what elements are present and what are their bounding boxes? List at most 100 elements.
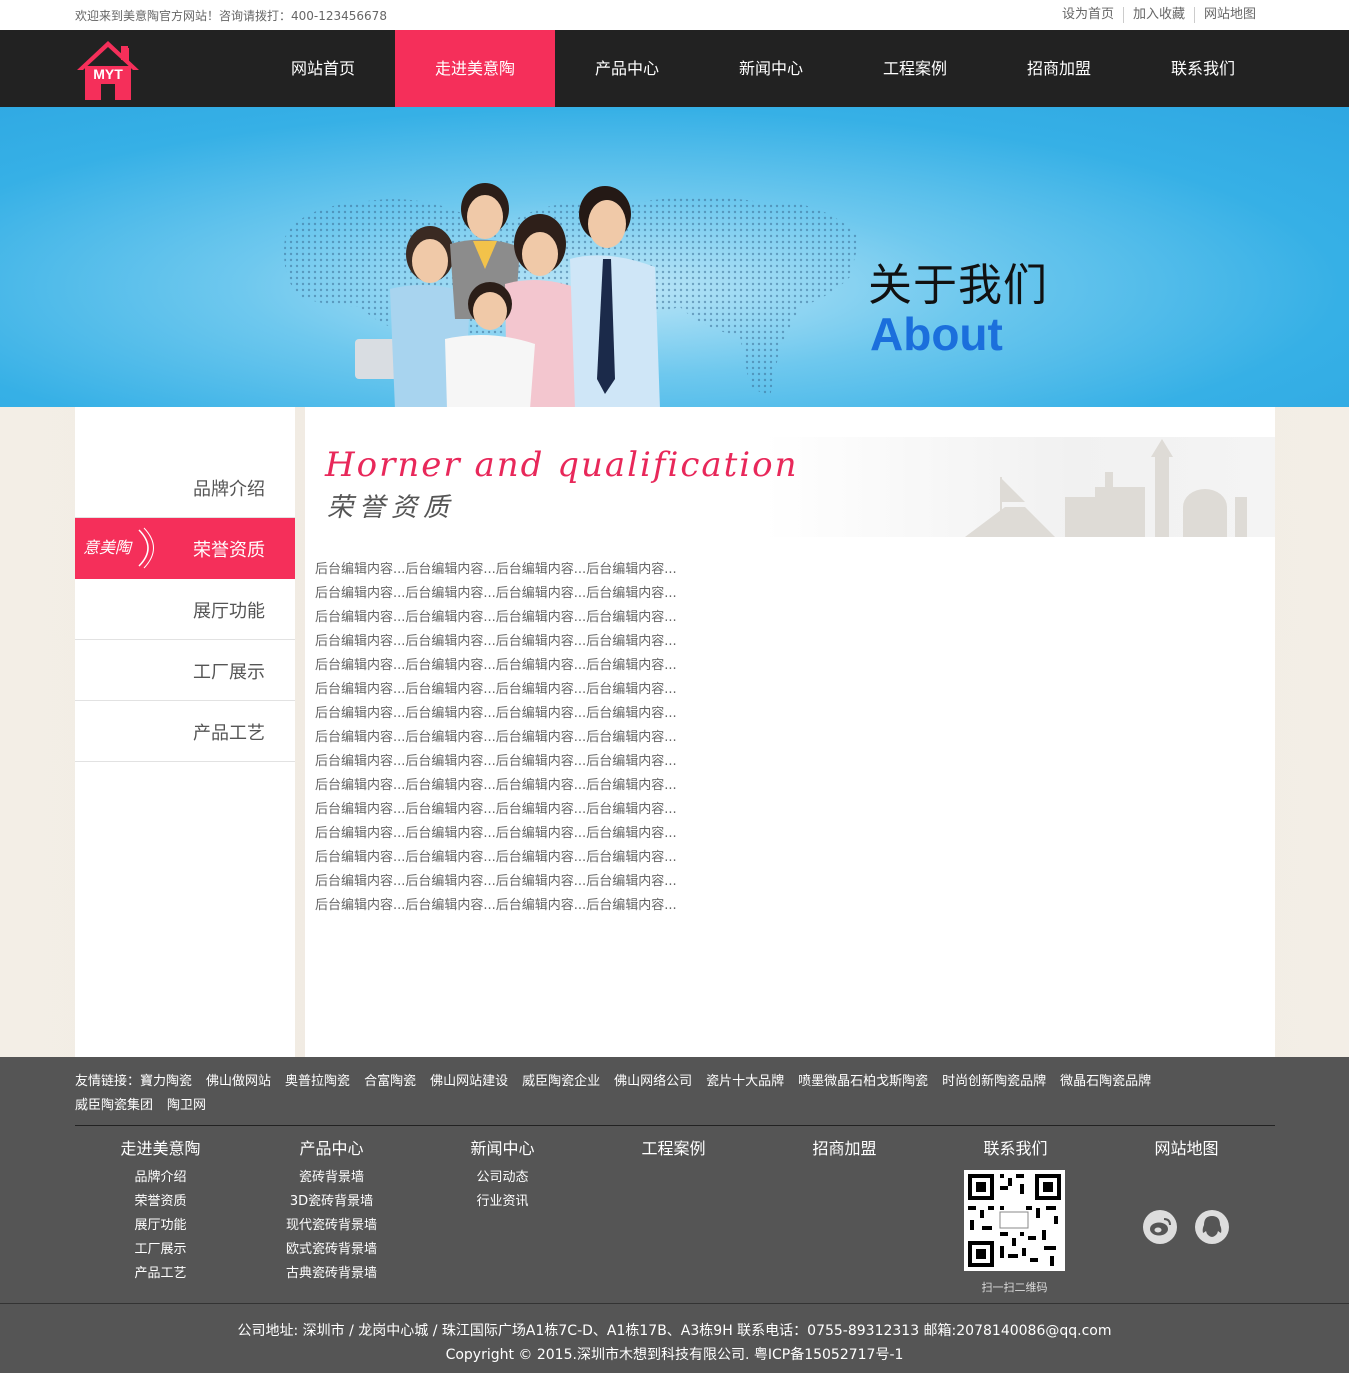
friend-link[interactable]: 喷墨微晶石柏戈斯陶瓷 [798, 1074, 928, 1089]
nav-item-franchise[interactable]: 招商加盟 [987, 30, 1131, 107]
footer-col-title[interactable]: 招商加盟 [759, 1137, 930, 1169]
company-address: 公司地址: 深圳市 / 龙岗中心城 / 珠江国际广场A1栋7C-D、A1栋17B… [237, 1323, 1112, 1339]
content-line: 后台编辑内容...后台编辑内容...后台编辑内容...后台编辑内容... [315, 610, 677, 625]
friend-link[interactable]: 佛山网络公司 [614, 1074, 692, 1089]
footer-col-title[interactable]: 新闻中心 [417, 1137, 588, 1169]
footer-link[interactable]: 现代瓷砖背景墙 [246, 1217, 417, 1241]
nav-item-products[interactable]: 产品中心 [555, 30, 699, 107]
footer-link[interactable]: 展厅功能 [75, 1217, 246, 1241]
content-line: 后台编辑内容...后台编辑内容...后台编辑内容...后台编辑内容... [315, 706, 677, 721]
top-bar: 欢迎来到美意陶官方网站！咨询请拨打：400-123456678 设为首页 加入收… [0, 0, 1349, 30]
content-line: 后台编辑内容...后台编辑内容...后台编辑内容...后台编辑内容... [315, 874, 677, 889]
set-homepage-link[interactable]: 设为首页 [1053, 7, 1123, 23]
sidebar-item-craft[interactable]: 产品工艺 [75, 701, 295, 762]
footer-col-title[interactable]: 网站地图 [1101, 1137, 1272, 1169]
content-line: 后台编辑内容...后台编辑内容...后台编辑内容...后台编辑内容... [315, 562, 677, 577]
sitemap-link[interactable]: 网站地图 [1193, 7, 1265, 23]
friend-link[interactable]: 威臣陶瓷集团 [75, 1098, 153, 1113]
footer-col-title[interactable]: 联系我们 [930, 1137, 1101, 1169]
content-line: 后台编辑内容...后台编辑内容...后台编辑内容...后台编辑内容... [315, 730, 677, 745]
sidebar-item-brand[interactable]: 品牌介绍 [75, 457, 295, 518]
footer-col-cases: 工程案例 [588, 1137, 759, 1169]
logo[interactable]: MYT [75, 38, 141, 102]
footer-col-franchise: 招商加盟 [759, 1137, 930, 1169]
footer-col-title[interactable]: 产品中心 [246, 1137, 417, 1169]
footer-col-products: 产品中心 瓷砖背景墙 3D瓷砖背景墙 现代瓷砖背景墙 欧式瓷砖背景墙 古典瓷砖背… [246, 1137, 417, 1289]
friend-links-label: 友情链接： [75, 1074, 141, 1089]
sidebar-item-honors[interactable]: 意美陶 荣誉资质 [75, 518, 295, 579]
sidebar-item-label: 产品工艺 [193, 723, 265, 744]
sidebar-item-label: 工厂展示 [193, 662, 265, 683]
city-skyline-icon [965, 439, 1247, 537]
qr-code-icon [968, 1174, 1061, 1267]
nav-item-news[interactable]: 新闻中心 [699, 30, 843, 107]
sidebar-item-label: 荣誉资质 [193, 540, 265, 561]
footer-link[interactable]: 行业资讯 [417, 1193, 588, 1217]
brand-mark-icon: 意美陶 [83, 538, 132, 557]
content-line: 后台编辑内容...后台编辑内容...后台编辑内容...后台编辑内容... [315, 850, 677, 865]
banner-title-cn: 关于我们 [868, 260, 1048, 311]
footer-divider [75, 1125, 1275, 1126]
friend-link[interactable]: 时尚创新陶瓷品牌 [942, 1074, 1046, 1089]
footer-col-about: 走进美意陶 品牌介绍 荣誉资质 展厅功能 工厂展示 产品工艺 [75, 1137, 246, 1289]
nav-item-contact[interactable]: 联系我们 [1131, 30, 1275, 107]
footer-link[interactable]: 瓷砖背景墙 [246, 1169, 417, 1193]
footer-col-title[interactable]: 工程案例 [588, 1137, 759, 1169]
nav-item-home[interactable]: 网站首页 [251, 30, 395, 107]
content-text: 后台编辑内容...后台编辑内容...后台编辑内容...后台编辑内容... 后台编… [315, 560, 677, 920]
footer-link[interactable]: 公司动态 [417, 1169, 588, 1193]
friend-link[interactable]: 威臣陶瓷企业 [522, 1074, 600, 1089]
section-heading-en: Horner and qualification [325, 445, 799, 485]
banner: 关于我们 About [0, 107, 1349, 407]
friend-link[interactable]: 佛山网站建设 [430, 1074, 508, 1089]
friend-link[interactable]: 寶力陶瓷 [140, 1074, 192, 1089]
footer-link[interactable]: 古典瓷砖背景墙 [246, 1265, 417, 1289]
weibo-icon[interactable] [1143, 1210, 1177, 1244]
footer-col-title[interactable]: 走进美意陶 [75, 1137, 246, 1169]
friend-link[interactable]: 奥普拉陶瓷 [285, 1074, 350, 1089]
team-photo [355, 183, 660, 407]
welcome-text: 欢迎来到美意陶官方网站！咨询请拨打：400-123456678 [75, 9, 387, 23]
content-line: 后台编辑内容...后台编辑内容...后台编辑内容...后台编辑内容... [315, 634, 677, 649]
footer-link[interactable]: 品牌介绍 [75, 1169, 246, 1193]
nav-menu: 网站首页 走进美意陶 产品中心 新闻中心 工程案例 招商加盟 联系我们 [251, 30, 1275, 107]
arc-decoration-icon [138, 527, 154, 569]
add-favorite-link[interactable]: 加入收藏 [1122, 7, 1194, 23]
friend-link[interactable]: 合富陶瓷 [364, 1074, 416, 1089]
nav-item-cases[interactable]: 工程案例 [843, 30, 987, 107]
main-navbar: MYT 网站首页 走进美意陶 产品中心 新闻中心 工程案例 招商加盟 联系我们 [0, 30, 1349, 107]
friend-link[interactable]: 微晶石陶瓷品牌 [1060, 1074, 1151, 1089]
footer-link[interactable]: 荣誉资质 [75, 1193, 246, 1217]
content-line: 后台编辑内容...后台编辑内容...后台编辑内容...后台编辑内容... [315, 778, 677, 793]
sidebar-item-showroom[interactable]: 展厅功能 [75, 579, 295, 640]
footer-link[interactable]: 欧式瓷砖背景墙 [246, 1241, 417, 1265]
qr-caption: 扫一扫二维码 [981, 1281, 1048, 1294]
sidebar-item-label: 展厅功能 [193, 601, 265, 622]
sidebar-item-factory[interactable]: 工厂展示 [75, 640, 295, 701]
content-line: 后台编辑内容...后台编辑内容...后台编辑内容...后台编辑内容... [315, 802, 677, 817]
main-content: Horner and qualification 荣誉资质 后台编辑内容...后… [305, 407, 1275, 1057]
section-header: Horner and qualification 荣誉资质 [305, 437, 1275, 537]
banner-title-en: About [870, 308, 1003, 360]
footer: 友情链接：寶力陶瓷 佛山做网站 奥普拉陶瓷 合富陶瓷 佛山网站建设 威臣陶瓷企业 佛山网络公… [0, 1057, 1349, 1373]
footer-col-sitemap: 网站地图 [1101, 1137, 1272, 1169]
footer-link[interactable]: 工厂展示 [75, 1241, 246, 1265]
content-line: 后台编辑内容...后台编辑内容...后台编辑内容...后台编辑内容... [315, 682, 677, 697]
house-logo-icon: MYT [77, 41, 139, 100]
top-links: 设为首页 加入收藏 网站地图 [1053, 7, 1265, 23]
content-line: 后台编辑内容...后台编辑内容...后台编辑内容...后台编辑内容... [315, 898, 677, 913]
footer-col-contact: 联系我们 [930, 1137, 1101, 1169]
nav-item-about[interactable]: 走进美意陶 [395, 30, 555, 107]
footer-link[interactable]: 产品工艺 [75, 1265, 246, 1289]
footer-link[interactable]: 3D瓷砖背景墙 [246, 1193, 417, 1217]
sidebar: 品牌介绍 意美陶 荣誉资质 展厅功能 工厂展示 产品工艺 [75, 407, 295, 1057]
weibo-glyph [1150, 1218, 1171, 1236]
friend-link[interactable]: 佛山做网站 [206, 1074, 271, 1089]
content-line: 后台编辑内容...后台编辑内容...后台编辑内容...后台编辑内容... [315, 586, 677, 601]
content-line: 后台编辑内容...后台编辑内容...后台编辑内容...后台编辑内容... [315, 658, 677, 673]
logo-text: MYT [93, 66, 123, 82]
qq-icon[interactable] [1195, 1210, 1229, 1244]
friend-link[interactable]: 瓷片十大品牌 [706, 1074, 784, 1089]
content-line: 后台编辑内容...后台编辑内容...后台编辑内容...后台编辑内容... [315, 826, 677, 841]
friend-link[interactable]: 陶卫网 [167, 1098, 206, 1113]
